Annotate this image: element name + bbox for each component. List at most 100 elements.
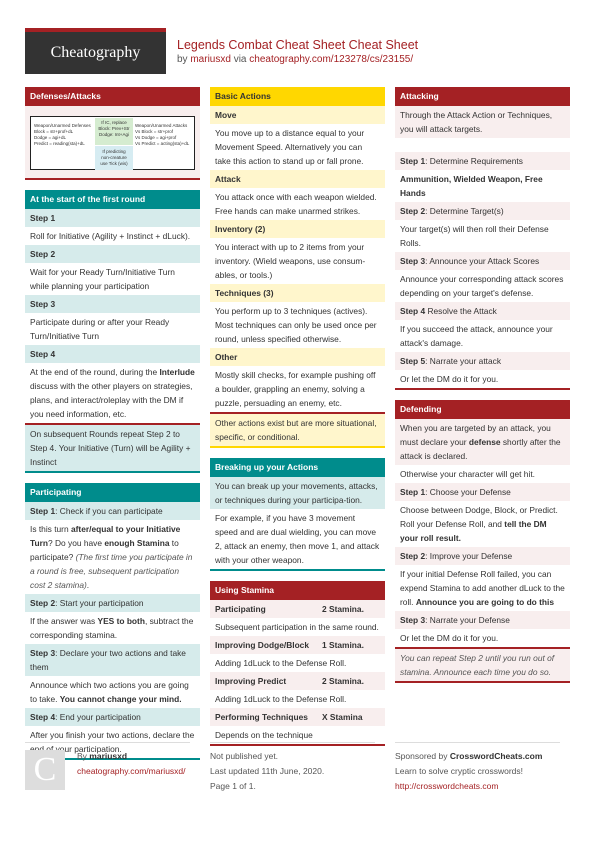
bold-text: You cannot change your mind.: [59, 694, 182, 704]
sheet-url-link[interactable]: cheatography.com/123278/cs/23155/: [249, 54, 413, 65]
section-title: Participating: [25, 483, 200, 502]
text: .: [86, 580, 90, 590]
step-text: : Improve your Defense: [425, 551, 513, 561]
by-label: by: [177, 54, 188, 65]
step-text: : Choose your Defense: [425, 487, 511, 497]
footer-sponsor: Sponsored by CrosswordCheats.com Learn t…: [395, 742, 560, 794]
step-text: : Start your participation: [55, 598, 144, 608]
action-body: You interact with up to 2 items from you…: [215, 242, 366, 280]
step-label: Step 5: [400, 356, 426, 366]
section-attacking: Attacking Through the Attack Action or T…: [395, 87, 570, 390]
section-title: At the start of the first round: [25, 190, 200, 209]
action-body: You attack once with each weapon wielded…: [215, 192, 377, 216]
bold-text: defense: [468, 437, 501, 447]
step-heading: Step 1: Check if you can participate: [25, 502, 200, 520]
section-title: Basic Actions: [210, 87, 385, 106]
bold-text: Ammunition, Wielded Weapon, Free Hands: [400, 174, 543, 198]
page-header: Cheatography Legends Combat Cheat Sheet …: [25, 28, 585, 74]
step-heading: Step 4: [25, 345, 200, 363]
cheatography-logo[interactable]: Cheatography: [25, 28, 166, 74]
sponsor-tagline: Learn to solve cryptic crosswords!: [395, 766, 524, 776]
text: At the end of the round, during the: [30, 367, 160, 377]
step-text: : Narrate your Defense: [425, 615, 510, 625]
note-line: use Tick (wis): [100, 161, 128, 166]
step-label: Step 2: [400, 551, 426, 561]
step-label: Step 3: [400, 256, 426, 266]
column-2: Basic Actions Move You move up to a dist…: [210, 87, 385, 756]
text: Is this turn: [30, 524, 71, 534]
bold-text: Announce you are going to do this: [415, 597, 555, 607]
page-number: Page 1 of 1.: [210, 781, 256, 791]
interlude-bold: Interlude: [159, 367, 195, 377]
action-heading: Other: [210, 348, 385, 366]
action-body: Mostly skill checks, for example pushing…: [215, 370, 376, 408]
stamina-cost: 2 Stamina.: [322, 604, 364, 614]
defense-attack-table-image: Weapon/Unarmed Defenses Block = str+prof…: [30, 116, 195, 170]
row-text: You can break up your movements, attacks…: [210, 477, 385, 509]
defense-line: Predict = reading(sta)+dL: [34, 141, 85, 146]
step-text: : End your participation: [55, 712, 141, 722]
step-heading: Step 5: Narrate your attack: [395, 352, 570, 370]
step-label: Step 4: [30, 712, 56, 722]
stamina-item-name: Improving Dodge/Block: [215, 640, 309, 650]
step-label: Step 2: [400, 206, 426, 216]
step-heading: Step 3: Declare your two actions and tak…: [25, 644, 200, 676]
section-first-round: At the start of the first round Step 1 R…: [25, 190, 200, 473]
section-breaking-up-actions: Breaking up your Actions You can break u…: [210, 458, 385, 571]
step-text: : Announce your Attack Scores: [425, 256, 540, 266]
step-label: Step 4: [400, 306, 426, 316]
author-profile-link[interactable]: cheatography.com/mariusxd/: [77, 766, 186, 776]
step-heading: Step 1: Choose your Defense: [395, 483, 570, 501]
step-body: Ammunition, Wielded Weapon, Free Hands: [395, 170, 570, 202]
action-body: You move up to a distance equal to your …: [215, 128, 365, 166]
step-label: Step 1: [30, 506, 56, 516]
section-note: You can repeat Step 2 until you run out …: [395, 647, 570, 683]
stamina-item: Improving Dodge/Block 1 Stamina.: [210, 636, 385, 654]
stamina-item: Participating 2 Stamina.: [210, 600, 385, 618]
step-label: Step 3: [30, 648, 56, 658]
section-title: Using Stamina: [210, 581, 385, 600]
section-basic-actions: Basic Actions Move You move up to a dist…: [210, 87, 385, 448]
step-body: Announce which two actions you are going…: [25, 676, 200, 708]
stamina-desc: Subsequent participation in the same rou…: [215, 622, 379, 632]
defenses-column: Weapon/Unarmed Defenses Block = str+prof…: [34, 123, 91, 147]
text: ? Do you have: [47, 538, 105, 548]
stamina-item: Performing Techniques X Stamina: [210, 708, 385, 726]
section-note: On subsequent Rounds repeat Step 2 to St…: [25, 423, 200, 473]
author-line: By mariusxd: [77, 749, 190, 764]
stamina-cost: X Stamina: [322, 712, 363, 722]
action-heading: Attack: [210, 170, 385, 188]
step-heading: Step 2: Improve your Defense: [395, 547, 570, 565]
step-body: Choose between Dodge, Block, or Predict.…: [395, 501, 570, 547]
defenses-attacks-image: Weapon/Unarmed Defenses Block = str+prof…: [25, 106, 200, 180]
section-note: Other actions exist but are more situati…: [210, 412, 385, 448]
stamina-desc: Adding 1dLuck to the Defense Roll.: [215, 658, 347, 668]
step-body: At the end of the round, during the Inte…: [25, 363, 200, 423]
section-defenses-attacks: Defenses/Attacks Weapon/Unarmed Defenses…: [25, 87, 200, 180]
author-avatar[interactable]: C: [25, 750, 65, 790]
sponsored-label: Sponsored by: [395, 751, 450, 761]
attacks-column: Weapon/Unarmed Attacks Vs Block = str+pr…: [135, 123, 189, 147]
step-label: Step 1: [400, 156, 426, 166]
sponsor-link[interactable]: http://crosswordcheats.com: [395, 781, 498, 791]
step-body: Roll for Initiative (Agility + Instinct …: [30, 231, 191, 241]
column-3: Attacking Through the Attack Action or T…: [395, 87, 570, 693]
step-body: If your initial Defense Roll failed, you…: [395, 565, 570, 611]
text: If the answer was: [30, 616, 98, 626]
step-label: Step 2: [30, 598, 56, 608]
text: discuss with the other players on strate…: [30, 381, 193, 419]
step-body: Your target(s) will then roll their Defe…: [400, 224, 549, 248]
author-info: By mariusxd cheatography.com/mariusxd/: [77, 749, 190, 779]
step-heading: Step 3: Narrate your Defense: [395, 611, 570, 629]
stamina-item-name: Performing Techniques: [215, 712, 308, 722]
author-link[interactable]: mariusxd: [190, 54, 231, 65]
row-text: For example, if you have 3 movement spee…: [210, 509, 385, 571]
step-heading: Step 2: Start your participation: [25, 594, 200, 612]
step-label: Step 1: [400, 487, 426, 497]
byline: by mariusxd via cheatography.com/123278/…: [177, 54, 413, 65]
otherwise-text: Otherwise your character will get hit.: [400, 469, 535, 479]
action-heading: Move: [210, 106, 385, 124]
step-text: : Narrate your attack: [425, 356, 502, 366]
action-heading: Techniques (3): [210, 284, 385, 302]
